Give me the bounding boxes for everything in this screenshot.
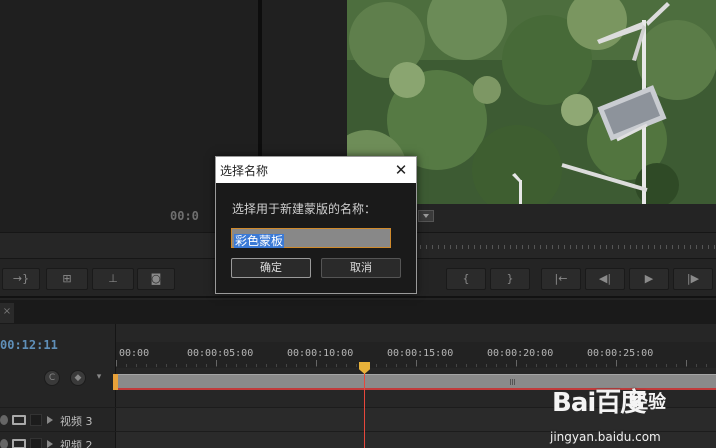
lock-toggle[interactable] [30, 438, 42, 448]
step-forward-icon[interactable]: |▶ [673, 268, 713, 290]
ok-button[interactable]: 确定 [231, 258, 311, 278]
matte-name-value: 彩色蒙板 [234, 234, 285, 248]
ruler-label: 00:00:15:00 [387, 348, 454, 359]
ruler-label: 00:00:10:00 [287, 348, 354, 359]
step-back-icon[interactable]: ◀| [585, 268, 625, 290]
marker-icon[interactable]: ◆ [70, 370, 86, 386]
timeline-timecode[interactable]: 00:12:11 [0, 338, 58, 352]
close-icon[interactable]: ✕ [390, 159, 412, 181]
playhead-line[interactable] [364, 366, 365, 448]
cancel-button[interactable]: 取消 [321, 258, 401, 278]
track-name: 视频 2 [60, 439, 93, 448]
mark-out-icon[interactable]: →} [2, 268, 40, 290]
scrub-ticks [420, 245, 716, 249]
source-timecode: 00:0 [170, 209, 199, 223]
ruler-label: 00:00:05:00 [187, 348, 254, 359]
mark-in-icon[interactable]: { [446, 268, 486, 290]
timeline-tab-bar [0, 300, 716, 324]
track-name: 视频 3 [60, 415, 93, 428]
ruler-label: 00:00 [119, 348, 150, 359]
overlay-icon[interactable]: ⊥ [92, 268, 134, 290]
matte-name-input[interactable]: 彩色蒙板 [231, 228, 391, 248]
watermark-jingyan: 经验 [630, 392, 666, 413]
snap-icon[interactable]: C [44, 370, 60, 386]
ruler-label: 00:00:20:00 [487, 348, 554, 359]
insert-icon[interactable]: ⊞ [46, 268, 88, 290]
zoom-dropdown[interactable] [418, 210, 434, 222]
eye-icon[interactable] [0, 439, 8, 448]
premiere-window: 00:0 →} ⊞ ⊥ ◙ {} |← ◀| ▶ |▶ × 00:12:11 … [0, 0, 716, 448]
expand-triangle-icon[interactable] [47, 440, 53, 448]
track-header-video-2: 视频 2 [0, 431, 116, 448]
mark-out-program-icon[interactable]: } [490, 268, 530, 290]
expand-triangle-icon[interactable] [47, 416, 53, 424]
ruler-tick [686, 360, 687, 366]
go-to-in-icon[interactable]: |← [541, 268, 581, 290]
ruler-label: 00:00:25:00 [587, 348, 654, 359]
dialog-title: 选择名称 [220, 164, 269, 178]
play-icon[interactable]: ▶ [629, 268, 669, 290]
film-icon[interactable] [12, 439, 26, 448]
export-frame-icon[interactable]: ◙ [137, 268, 175, 290]
work-area-grip[interactable] [510, 379, 516, 385]
close-icon[interactable]: × [0, 303, 14, 323]
lock-toggle[interactable] [30, 414, 42, 426]
ruler-tick [316, 360, 317, 366]
track-header-video-3: 视频 3 [0, 407, 116, 431]
work-area-start-handle[interactable] [113, 374, 118, 390]
ruler-tick [116, 360, 117, 366]
watermark-url: jingyan.baidu.com [550, 430, 661, 444]
ruler-tick [616, 360, 617, 366]
ruler-tick [416, 360, 417, 366]
eye-icon[interactable] [0, 415, 8, 425]
chevron-down-icon [423, 214, 429, 218]
chevron-down-icon[interactable]: ▾ [94, 370, 104, 386]
ruler-tick [216, 360, 217, 366]
film-icon[interactable] [12, 415, 26, 425]
dialog-prompt: 选择用于新建蒙版的名称： [232, 202, 377, 216]
ruler-tick [516, 360, 517, 366]
